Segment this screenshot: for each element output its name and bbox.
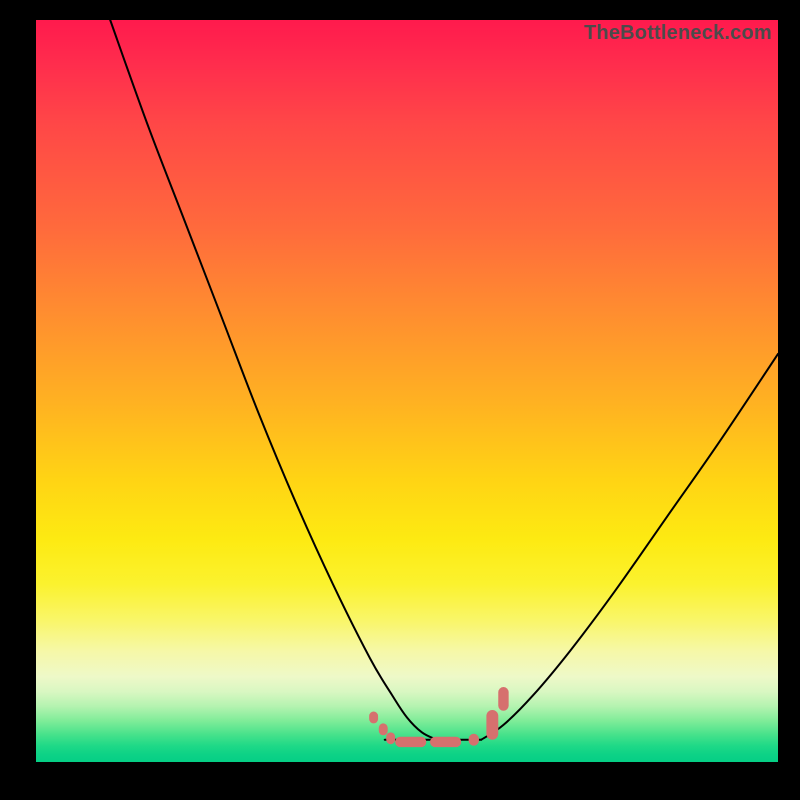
marker-dot [395, 737, 426, 747]
marker-dot [430, 737, 461, 747]
marker-dot [469, 734, 479, 746]
series-right-branch [481, 354, 778, 740]
marker-dot [369, 712, 378, 724]
marker-dot [486, 710, 498, 740]
plot-area: TheBottleneck.com [36, 20, 778, 762]
curve-layer [36, 20, 778, 762]
marker-dot [379, 723, 388, 735]
series-left-branch [110, 20, 436, 740]
marker-dot [498, 687, 508, 711]
chart-frame: TheBottleneck.com [0, 0, 800, 800]
marker-dot [386, 732, 395, 744]
